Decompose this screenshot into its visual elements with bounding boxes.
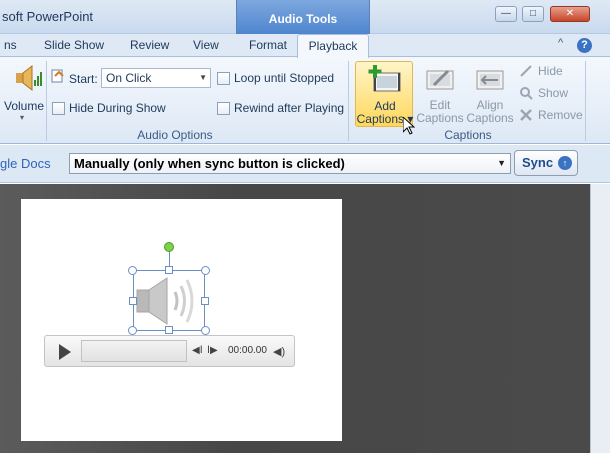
hide-label: Hide <box>538 64 563 78</box>
title-bar: soft PowerPoint Audio Tools — □ ✕ <box>0 0 610 34</box>
mute-volume-icon[interactable]: ◀) <box>273 345 285 358</box>
resize-handle-bottom[interactable] <box>165 326 173 334</box>
loop-until-stopped-checkbox[interactable] <box>217 72 230 85</box>
ribbon-panel: Volume ▾ Start: On Click ▼ Hide During S… <box>0 56 610 144</box>
sync-arrow-icon: ↑ <box>558 156 572 170</box>
tab-format[interactable]: Format <box>249 38 287 52</box>
remove-caption-button[interactable]: Remove <box>519 107 583 123</box>
edit-captions-button[interactable]: Edit Captions <box>414 61 466 127</box>
play-icon[interactable] <box>59 344 71 360</box>
rewind-after-playing-checkbox[interactable] <box>217 102 230 115</box>
speaker-icon[interactable] <box>133 272 205 330</box>
volume-icon[interactable] <box>14 63 42 93</box>
tab-review[interactable]: Review <box>130 38 169 52</box>
minimize-ribbon-icon[interactable]: ^ <box>558 37 563 49</box>
close-button[interactable]: ✕ <box>550 6 590 22</box>
seek-bar[interactable] <box>81 340 187 362</box>
loop-until-stopped-label[interactable]: Loop until Stopped <box>234 71 334 85</box>
align-captions-label-2: Captions <box>466 111 514 125</box>
google-docs-link[interactable]: gle Docs <box>0 156 51 171</box>
resize-handle-right[interactable] <box>201 297 209 305</box>
remove-icon <box>520 109 532 121</box>
align-captions-icon <box>476 70 504 90</box>
hide-during-show-checkbox[interactable] <box>52 102 65 115</box>
step-back-icon[interactable]: ◀Ⅰ <box>192 345 203 356</box>
audio-tools-context-header: Audio Tools <box>236 0 370 34</box>
tab-playback[interactable]: Playback <box>297 34 369 58</box>
sync-mode-select[interactable]: Manually (only when sync button is click… <box>69 153 511 174</box>
rewind-after-playing-label[interactable]: Rewind after Playing <box>234 101 344 115</box>
edit-captions-icon <box>426 69 454 90</box>
tab-animations[interactable]: ns <box>4 38 17 52</box>
show-caption-button[interactable]: Show <box>519 85 579 101</box>
captions-group-label: Captions <box>444 128 492 142</box>
resize-handle-bottom-right[interactable] <box>201 326 210 335</box>
audio-options-group-label: Audio Options <box>137 128 213 142</box>
volume-dropdown-arrow[interactable]: ▾ <box>20 113 24 122</box>
sync-button[interactable]: Sync ↑ <box>514 150 578 176</box>
show-label: Show <box>538 86 569 100</box>
group-separator <box>348 61 349 141</box>
sync-button-label: Sync <box>522 155 554 170</box>
step-forward-icon[interactable]: Ⅰ▶ <box>207 345 218 356</box>
align-captions-button[interactable]: Align Captions <box>464 61 516 127</box>
start-select[interactable]: On Click ▼ <box>101 68 211 88</box>
add-captions-icon <box>368 65 401 92</box>
playback-time: 00:00.00 <box>228 345 267 356</box>
app-title: soft PowerPoint <box>2 9 94 24</box>
resize-handle-top[interactable] <box>165 266 173 274</box>
chevron-down-icon: ▼ <box>199 73 207 82</box>
start-label: Start: <box>69 72 98 86</box>
group-separator <box>46 61 47 141</box>
hide-caption-button[interactable]: Hide <box>519 63 579 79</box>
hide-during-show-label[interactable]: Hide During Show <box>69 101 166 115</box>
tab-slide-show[interactable]: Slide Show <box>44 38 104 52</box>
help-icon[interactable]: ? <box>577 38 592 53</box>
audio-player-controls: ◀Ⅰ Ⅰ▶ 00:00.00 ◀) <box>44 335 295 367</box>
start-select-value: On Click <box>106 71 152 85</box>
volume-label[interactable]: Volume <box>4 99 44 113</box>
resize-handle-top-right[interactable] <box>201 266 210 275</box>
group-separator <box>585 61 586 141</box>
start-icon <box>51 69 64 83</box>
sync-mode-value: Manually (only when sync button is click… <box>74 156 345 171</box>
remove-label: Remove <box>538 108 583 122</box>
minimize-button[interactable]: — <box>495 6 517 22</box>
vertical-scrollbar[interactable] <box>590 184 610 453</box>
resize-handle-bottom-left[interactable] <box>128 326 137 335</box>
rotation-handle[interactable] <box>164 242 174 252</box>
hide-icon <box>520 65 532 77</box>
resize-handle-top-left[interactable] <box>128 266 137 275</box>
resize-handle-left[interactable] <box>129 297 137 305</box>
magnifier-icon <box>520 87 533 100</box>
chevron-down-icon: ▼ <box>497 158 506 168</box>
tab-view[interactable]: View <box>193 38 219 52</box>
maximize-button[interactable]: □ <box>522 6 544 22</box>
